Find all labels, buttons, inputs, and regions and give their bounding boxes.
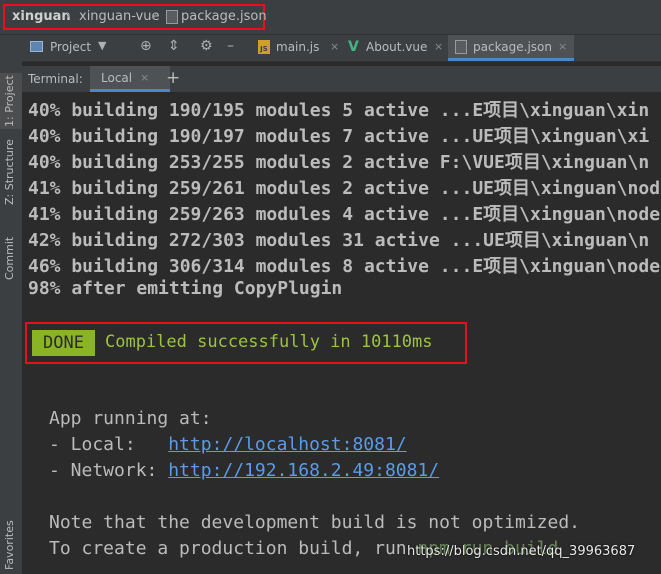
tab-label: About.vue (366, 40, 428, 54)
tab-label: main.js (276, 40, 320, 54)
local-label: - Local: (49, 434, 169, 455)
chevron-right-icon: › (153, 8, 158, 22)
chevron-right-icon: › (66, 8, 71, 22)
terminal-label: Terminal: (28, 72, 83, 86)
close-icon[interactable]: × (434, 40, 443, 53)
compile-success-message: Compiled successfully in 10110ms (105, 332, 433, 352)
minimize-icon[interactable]: – (227, 38, 234, 54)
breadcrumb-root[interactable]: xinguan (12, 9, 71, 24)
terminal-line: 40% building 190/197 modules 7 active ..… (28, 126, 650, 147)
tab-terminal-local[interactable]: Local × (90, 66, 170, 92)
tab-about-vue[interactable]: V About.vue × (344, 35, 448, 61)
sidebar-tab-commit[interactable]: Commit (3, 237, 16, 280)
new-terminal-plus-icon[interactable]: + (166, 68, 180, 88)
close-icon[interactable]: × (330, 40, 339, 53)
terminal-tab-label: Local (101, 71, 133, 85)
terminal-output[interactable]: 40% building 190/195 modules 5 active ..… (22, 92, 661, 574)
json-file-icon (455, 40, 467, 54)
project-view-selector[interactable]: Project (50, 40, 91, 54)
breadcrumb-project[interactable]: xinguan-vue (79, 9, 160, 24)
network-label: - Network: (49, 460, 169, 481)
terminal-line: 41% building 259/261 modules 2 active ..… (28, 178, 661, 199)
locate-target-icon[interactable]: ⊕ (140, 38, 152, 54)
terminal-line: 41% building 259/263 modules 4 active ..… (28, 204, 661, 225)
tab-main-js[interactable]: JS main.js × (252, 35, 344, 61)
terminal-tabbar: Terminal: Local × + (22, 66, 661, 93)
dev-build-note: Note that the development build is not o… (49, 512, 581, 533)
chevron-down-icon[interactable]: ▼ (98, 39, 106, 52)
tab-label: package.json (473, 40, 553, 54)
left-tool-sidebar: 1: Project Z: Structure Commit Favorites (0, 35, 23, 574)
breadcrumb-file[interactable]: package.json (181, 9, 267, 24)
terminal-line: 46% building 306/314 modules 8 active ..… (28, 256, 661, 277)
tab-package-json[interactable]: package.json × (448, 35, 574, 61)
prod-build-text: To create a production build, run (49, 538, 418, 559)
terminal-line: 42% building 272/303 modules 31 active .… (28, 230, 650, 251)
close-icon[interactable]: × (140, 71, 149, 84)
gear-icon[interactable]: ⚙ (200, 38, 213, 54)
sidebar-tab-project[interactable]: 1: Project (3, 75, 16, 127)
network-url-line: - Network: http://192.168.2.49:8081/ (49, 460, 439, 481)
done-highlight-box: DONE Compiled successfully in 10110ms (25, 322, 467, 364)
watermark: https://blog.csdn.net/qq_39963687 (407, 544, 636, 559)
vue-file-icon: V (348, 39, 359, 55)
local-url-line: - Local: http://localhost:8081/ (49, 434, 407, 455)
sidebar-tab-favorites[interactable]: Favorites (3, 520, 16, 570)
json-file-icon (166, 10, 178, 24)
breadcrumb: xinguan › xinguan-vue › package.json (0, 0, 661, 35)
done-badge: DONE (32, 330, 95, 356)
local-url-link[interactable]: http://localhost:8081/ (168, 434, 406, 455)
terminal-line: 40% building 190/195 modules 5 active ..… (28, 100, 650, 121)
terminal-line: 98% after emitting CopyPlugin (28, 278, 343, 299)
collapse-all-icon[interactable]: ⇕ (168, 38, 180, 54)
editor-toolbar: Project ▼ ⊕ ⇕ ⚙ – JS main.js × V About.v… (22, 35, 661, 62)
network-url-link[interactable]: http://192.168.2.49:8081/ (168, 460, 439, 481)
project-folder-icon (30, 41, 43, 52)
sidebar-tab-structure[interactable]: Z: Structure (3, 139, 16, 205)
close-icon[interactable]: × (558, 40, 567, 53)
terminal-line: 40% building 253/255 modules 2 active F:… (28, 152, 650, 173)
js-file-icon: JS (258, 40, 270, 54)
app-running-heading: App running at: (49, 408, 212, 429)
